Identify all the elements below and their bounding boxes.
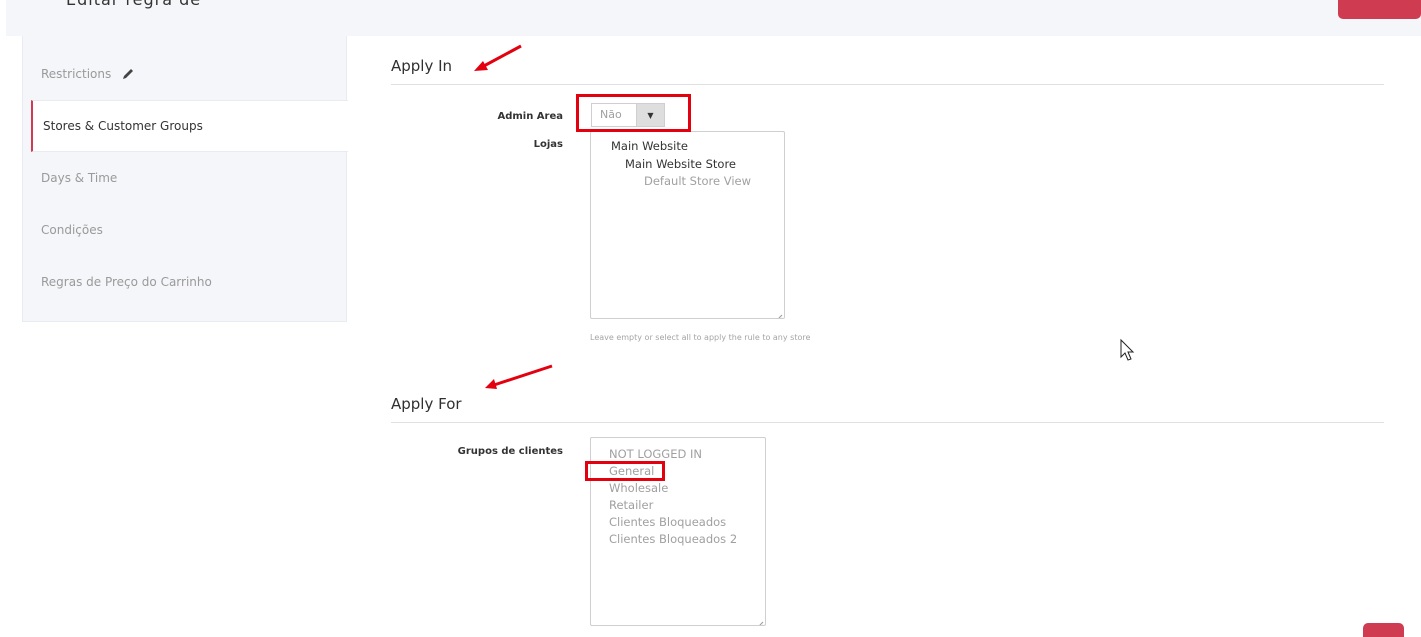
annotation-arrow-icon xyxy=(474,44,522,71)
group-option-general[interactable]: General xyxy=(609,463,737,480)
page-header: Editar regra de preço xyxy=(6,0,1421,36)
store-option-main-website[interactable]: Main Website xyxy=(611,138,688,155)
group-option-clientes-bloqueados-2[interactable]: Clientes Bloqueados 2 xyxy=(609,531,737,548)
stores-multiselect[interactable]: Main Website Main Website Store Default … xyxy=(590,131,785,319)
group-option-wholesale[interactable]: Wholesale xyxy=(609,480,737,497)
apply-in-title: Apply In xyxy=(391,57,453,75)
sidebar-item-label: Days & Time xyxy=(41,171,118,185)
admin-area-value: Não xyxy=(600,108,622,121)
annotation-arrow-icon xyxy=(485,364,553,389)
store-option-default-store-view[interactable]: Default Store View xyxy=(644,173,751,190)
admin-area-label: Admin Area xyxy=(497,111,563,122)
page-title-clipped: Editar regra de preço xyxy=(66,0,256,14)
sidebar-item-stores-customer-groups[interactable]: Stores & Customer Groups xyxy=(31,100,348,152)
header-action-button[interactable] xyxy=(1338,0,1421,19)
mouse-pointer-icon xyxy=(1120,338,1135,361)
section-divider xyxy=(391,422,1384,423)
customer-groups-multiselect[interactable]: NOT LOGGED IN General Wholesale Retailer… xyxy=(590,437,766,626)
stores-hint: Leave empty or select all to apply the r… xyxy=(590,333,811,342)
sidebar-item-label: Stores & Customer Groups xyxy=(43,119,203,133)
sidebar-item-label: Restrictions xyxy=(41,67,112,81)
resize-grip-icon[interactable] xyxy=(755,615,764,625)
sidebar-nav: Restrictions Stores & Customer Groups Da… xyxy=(22,36,348,322)
group-option-not-logged-in[interactable]: NOT LOGGED IN xyxy=(609,446,737,463)
group-option-clientes-bloqueados[interactable]: Clientes Bloqueados xyxy=(609,514,737,531)
resize-grip-icon[interactable] xyxy=(774,308,783,318)
sidebar-item-cart-price-rules[interactable]: Regras de Preço do Carrinho xyxy=(31,256,348,308)
store-option-main-website-store[interactable]: Main Website Store xyxy=(625,156,736,173)
stores-label: Lojas xyxy=(533,139,563,150)
customer-groups-options: NOT LOGGED IN General Wholesale Retailer… xyxy=(609,446,737,548)
sidebar-item-label: Condições xyxy=(41,223,103,237)
admin-area-select[interactable]: Não ▼ xyxy=(591,103,665,127)
pencil-icon xyxy=(121,67,135,81)
sidebar-item-conditions[interactable]: Condições xyxy=(31,204,348,256)
triangle-down-icon[interactable]: ▼ xyxy=(636,104,664,126)
apply-for-title: Apply For xyxy=(391,395,462,413)
sidebar-item-days-time[interactable]: Days & Time xyxy=(31,152,348,204)
customer-groups-label: Grupos de clientes xyxy=(457,446,563,457)
group-option-retailer[interactable]: Retailer xyxy=(609,497,737,514)
sidebar-item-label: Regras de Preço do Carrinho xyxy=(41,275,212,289)
sidebar-item-restrictions[interactable]: Restrictions xyxy=(31,48,348,100)
section-divider xyxy=(391,84,1384,85)
page-title: Editar regra de preço xyxy=(66,0,256,14)
